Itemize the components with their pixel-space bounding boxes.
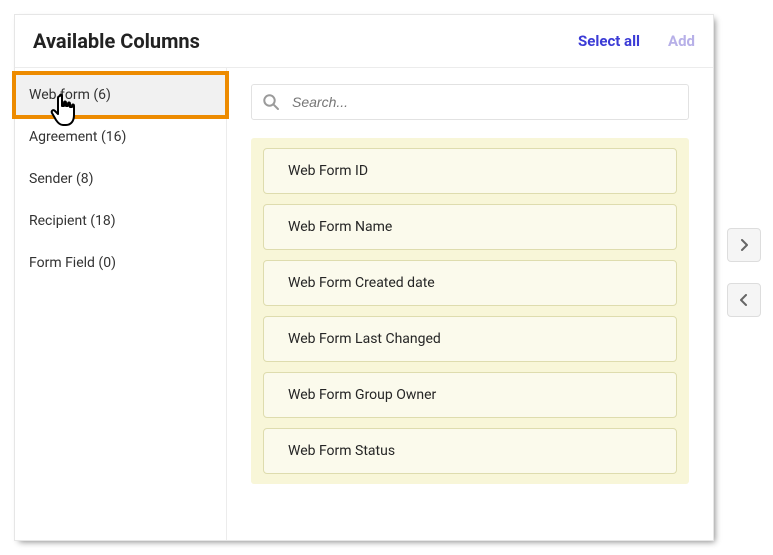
- category-recipient[interactable]: Recipient (18): [15, 200, 226, 242]
- category-sender[interactable]: Sender (8): [15, 158, 226, 200]
- category-web-form[interactable]: Web form (6): [15, 74, 226, 116]
- column-item[interactable]: Web Form Status: [263, 428, 677, 474]
- add-link: Add: [668, 32, 695, 50]
- column-item-label: Web Form Name: [288, 219, 392, 235]
- search-icon: [262, 93, 280, 111]
- panel-title: Available Columns: [33, 29, 578, 53]
- category-label: Web form (6): [29, 87, 111, 103]
- panel-body: Web form (6) Agreement (16) Sender (8) R…: [15, 68, 713, 540]
- columns-content: Web Form ID Web Form Name Web Form Creat…: [227, 68, 713, 540]
- prev-page-button[interactable]: [727, 283, 761, 317]
- category-label: Form Field (0): [29, 255, 116, 271]
- available-columns-panel: Available Columns Select all Add Web for…: [14, 14, 714, 541]
- select-all-link[interactable]: Select all: [578, 32, 640, 50]
- column-item-label: Web Form Created date: [288, 275, 435, 291]
- category-form-field[interactable]: Form Field (0): [15, 242, 226, 284]
- category-label: Sender (8): [29, 171, 94, 187]
- panel-header: Available Columns Select all Add: [15, 15, 713, 68]
- search-box[interactable]: [251, 84, 689, 120]
- column-item-label: Web Form Last Changed: [288, 331, 441, 347]
- category-label: Agreement (16): [29, 129, 126, 145]
- column-item-label: Web Form Group Owner: [288, 387, 436, 403]
- column-items-list: Web Form ID Web Form Name Web Form Creat…: [251, 138, 689, 484]
- column-item[interactable]: Web Form Name: [263, 204, 677, 250]
- category-agreement[interactable]: Agreement (16): [15, 116, 226, 158]
- chevron-right-icon: [740, 239, 748, 251]
- search-input[interactable]: [290, 93, 678, 111]
- category-sidebar: Web form (6) Agreement (16) Sender (8) R…: [15, 68, 227, 540]
- chevron-left-icon: [740, 294, 748, 306]
- column-item[interactable]: Web Form ID: [263, 148, 677, 194]
- next-page-button[interactable]: [727, 228, 761, 262]
- category-label: Recipient (18): [29, 213, 116, 229]
- column-item-label: Web Form Status: [288, 443, 395, 459]
- column-item-label: Web Form ID: [288, 163, 368, 179]
- column-item[interactable]: Web Form Created date: [263, 260, 677, 306]
- column-item[interactable]: Web Form Last Changed: [263, 316, 677, 362]
- column-item[interactable]: Web Form Group Owner: [263, 372, 677, 418]
